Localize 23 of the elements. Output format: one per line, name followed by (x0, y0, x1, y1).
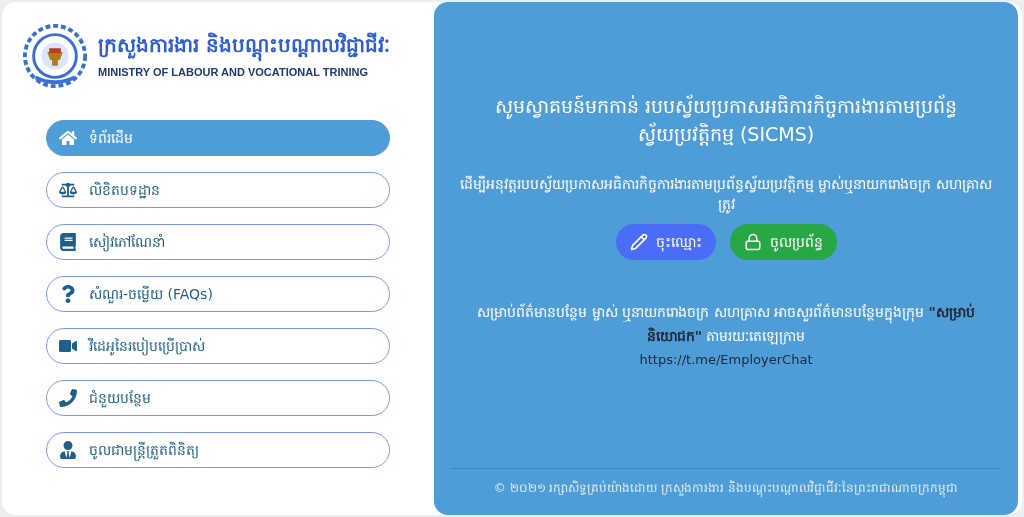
home-icon (59, 129, 77, 147)
menu-item[interactable]: សៀវភៅណែនាំ (46, 224, 390, 260)
menu-item[interactable]: ចូលជាមន្ត្រីត្រួតពិនិត្យ (46, 432, 390, 468)
lock-icon (743, 233, 762, 251)
welcome-subtitle: ដើម្បីអនុវត្តរបបស្វ័យប្រកាសអធិការកិច្ចការងារតាមប្រព័ន្ធស្វ័យប្រវត្តិកម្ម ម្ចាស់ឬនាយករោងចក្រ សហគ្រាស ត្រូវ (459, 174, 993, 214)
register-button[interactable]: ចុះឈ្មោះ (615, 224, 716, 260)
menu-item[interactable]: ជំនួយបន្ថែម (46, 380, 390, 416)
phone-icon (59, 389, 77, 407)
video-camera-icon (59, 337, 77, 355)
telegram-link[interactable]: https://t.me/EmployerChat (639, 350, 813, 370)
ministry-title-english: MINISTRY OF LABOUR AND VOCATIONAL TRINING (98, 64, 369, 80)
menu-item[interactable]: វីដេអូនៃរបៀបប្រើប្រាស់ (46, 328, 390, 364)
book-icon (59, 233, 77, 251)
pencil-icon (629, 233, 648, 251)
emblem-logo-icon (22, 22, 89, 90)
question-icon (59, 285, 77, 303)
scales-icon (59, 181, 77, 199)
info-text: សម្រាប់ព័ត៌មានបន្ថែម ម្ចាស់ ឬនាយករោងចក្រ សហគ្រាស អាចសួរព័ត៌មានបន្ថែមក្នុងក្រុម "សម្រាប់និយោជក" តាមរយៈតេឡេក្រាម (476, 302, 976, 347)
welcome-title: សូមស្វាគមន៍មកកាន់ របបស្វ័យប្រកាសអធិការកិច្ចការងារតាមប្រព័ន្ធស្វ័យប្រវត្តិកម្ម (SICMS) (493, 93, 958, 148)
person-icon (59, 441, 77, 459)
copyright-text: © ២០២១ រក្សាសិទ្ធគ្រប់យ៉ាងដោយ ក្រសួងការងារ និងបណ្តុះបណ្តាលវិជ្ជាជីវៈនៃព្រះរាជាណាចក្រកម្ពុជា (493, 479, 959, 497)
menu-item[interactable]: លិខិតបទដ្ឋាន (46, 172, 390, 208)
menu-item[interactable]: សំណួរ-ចម្លើយ (FAQs) (46, 276, 390, 312)
